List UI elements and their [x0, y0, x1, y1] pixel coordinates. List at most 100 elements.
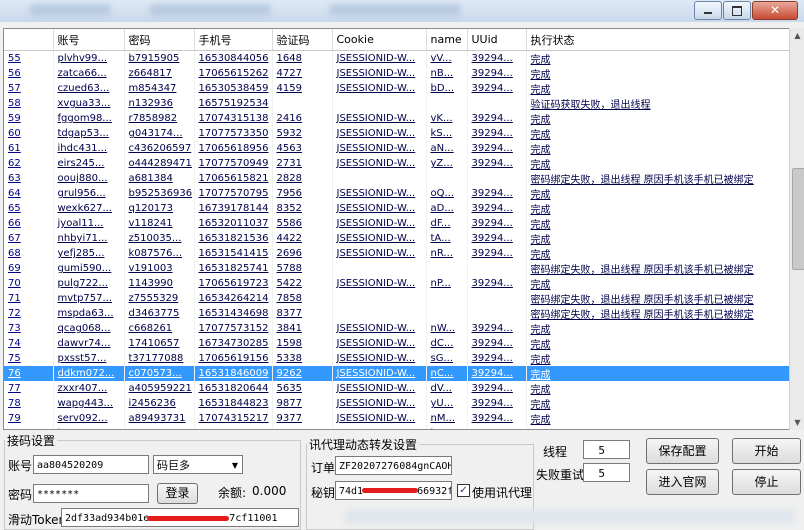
row-number: 69 [4, 261, 54, 276]
title-blur [30, 4, 110, 16]
table-row[interactable]: 68 yefj285... k087576... 16531541415 2696 JSE… [4, 246, 790, 261]
table-cell: 17077573350 [194, 126, 273, 141]
table-row[interactable]: 63 oouj880... a681384 17065615821 2828 密码绑定失败… [4, 171, 790, 186]
table-row[interactable]: 77 zxxr407... a405959221 16531820644 5635 JSE… [4, 381, 790, 396]
table-cell: 1648 [272, 50, 333, 66]
table-row[interactable]: 69 gumi590... v191003 16531825741 5788 密码绑定失败… [4, 261, 790, 276]
table-row[interactable]: 64 grul956... b952536936 17077570795 7956 JSE… [4, 186, 790, 201]
table-cell: 16531825741 [194, 261, 273, 276]
table-cell: 完成 [526, 201, 790, 216]
table-cell: 密码绑定失败，退出线程 原因手机该手机已被绑定 [526, 291, 790, 306]
column-header[interactable]: Cookie [332, 29, 427, 51]
scroll-down-icon[interactable]: ▼ [790, 415, 804, 430]
table-cell: 完成 [526, 321, 790, 336]
table-cell: 16530538459 [194, 81, 273, 96]
order-input[interactable]: ZF20207276084gnCAOH [335, 456, 452, 475]
platform-select[interactable]: 码巨多 ▼ [153, 455, 243, 474]
table-cell: 39294... [467, 351, 527, 366]
account-input[interactable]: aa804520209 [33, 455, 149, 474]
table-cell: 3841 [272, 321, 333, 336]
table-cell: 16531844823 [194, 396, 273, 411]
start-button[interactable]: 开始 [732, 438, 801, 464]
table-cell: c070573... [124, 366, 195, 381]
vertical-scrollbar[interactable]: ▲ ▼ [789, 28, 804, 430]
retry-input[interactable]: 5 [583, 463, 630, 482]
column-header[interactable]: 密码 [124, 29, 195, 51]
table-cell [467, 306, 527, 321]
table-cell: czued63... [53, 81, 125, 96]
table-row[interactable]: 55 plvhv99... b7915905 16530844056 1648 JSESS… [4, 50, 790, 66]
table-row[interactable]: 71 mvtp757... z7555329 16534264214 7858 密码绑定失… [4, 291, 790, 306]
table-cell: nP... [426, 276, 468, 291]
maximize-icon [732, 6, 742, 16]
row-number: 62 [4, 156, 54, 171]
table-cell: eirs245... [53, 156, 125, 171]
row-number: 67 [4, 231, 54, 246]
table-cell: JSESSIONID-W... [332, 156, 427, 171]
table-row[interactable]: 58 xvgua33... n132936 16575192534 验证码获取失败，退出… [4, 96, 790, 111]
table-row[interactable]: 66 jyoal11... v118241 16532011037 5586 JSESSI… [4, 216, 790, 231]
column-header[interactable]: name [426, 29, 468, 51]
title-bar: ✕ [0, 0, 804, 22]
table-row[interactable]: 57 czued63... m854347 16530538459 4159 JSESSI… [4, 81, 790, 96]
table-row[interactable]: 60 tdgap53... g043174... 17077573350 5932 JSE… [4, 126, 790, 141]
table-cell: JSESSIONID-W... [332, 216, 427, 231]
table-row[interactable]: 73 qcag068... c668261 17077573152 3841 JSESSI… [4, 321, 790, 336]
threads-value: 5 [598, 444, 605, 457]
table-cell: 完成 [526, 246, 790, 261]
scroll-thumb[interactable] [792, 168, 804, 270]
table-cell: fggom98... [53, 111, 125, 126]
close-button[interactable]: ✕ [752, 1, 798, 20]
table-cell: 2416 [272, 111, 333, 126]
table-row[interactable]: 70 pulg722... 1143990 17065619723 5422 JSESSI… [4, 276, 790, 291]
results-grid[interactable]: 账号 密码 手机号 验证码 Cookie name UUid 执行状态 55 pl… [3, 28, 791, 430]
table-cell: b7915905 [124, 50, 195, 66]
scroll-up-icon[interactable]: ▲ [790, 28, 804, 43]
table-cell: nM... [426, 411, 468, 426]
table-cell: 39294... [467, 126, 527, 141]
table-row[interactable]: 72 mspda63... d3463775 16531434698 8377 密码绑定失… [4, 306, 790, 321]
table-row[interactable]: 79 serv092... a89493731 17074315217 9377 JSES… [4, 411, 790, 426]
column-header[interactable]: 执行状态 [526, 29, 790, 51]
table-row[interactable]: 59 fggom98... r7858982 17074315138 2416 JSESS… [4, 111, 790, 126]
table-row[interactable]: 62 eirs245... o444289471 17077570949 2731 JSE… [4, 156, 790, 171]
row-number: 56 [4, 66, 54, 81]
table-cell [332, 291, 427, 306]
table-cell: bD... [426, 81, 468, 96]
row-number: 80 [4, 426, 54, 429]
table-row[interactable]: 67 nhbyi71... z510035... 16531821536 4422 JSE… [4, 231, 790, 246]
table-cell: 16734730285 [194, 336, 273, 351]
table-row[interactable]: 78 wapg443... i2456236 16531844823 9877 JSESS… [4, 396, 790, 411]
table-row[interactable]: 76 ddkm072... c070573... 16531846009 9262 JSE… [4, 366, 790, 381]
table-cell: u495753164 [124, 426, 195, 429]
row-number: 75 [4, 351, 54, 366]
table-cell: tA... [426, 231, 468, 246]
column-header[interactable] [4, 29, 54, 51]
threads-input[interactable]: 5 [583, 440, 630, 459]
column-header[interactable]: 验证码 [272, 29, 333, 51]
visit-website-button[interactable]: 进入官网 [646, 469, 719, 495]
minimize-button[interactable] [694, 1, 722, 20]
column-header[interactable]: UUid [467, 29, 527, 51]
column-header[interactable]: 账号 [53, 29, 125, 51]
table-cell: 完成 [526, 396, 790, 411]
table-cell: k087576... [124, 246, 195, 261]
table-row[interactable]: 74 dawvr74... 17410657 16734730285 1598 JSESS… [4, 336, 790, 351]
stop-button[interactable]: 停止 [732, 469, 801, 495]
table-cell: nW... [426, 321, 468, 336]
table-cell: 4159 [272, 81, 333, 96]
column-header[interactable]: 手机号 [194, 29, 273, 51]
table-cell: 9877 [272, 396, 333, 411]
save-config-button[interactable]: 保存配置 [646, 438, 719, 464]
maximize-button[interactable] [723, 1, 751, 20]
table-cell [426, 96, 468, 111]
table-row[interactable]: 75 pxsst57... t37177088 17065619156 5338 JSES… [4, 351, 790, 366]
login-button[interactable]: 登录 [157, 483, 198, 504]
use-proxy-checkbox[interactable]: ✓ [457, 484, 470, 497]
password-input[interactable]: ******* [33, 484, 149, 503]
table-row[interactable]: 61 ihdc431... c436206597 17065618956 4563 JSE… [4, 141, 790, 156]
table-cell: oouj880... [53, 171, 125, 186]
table-row[interactable]: 80ipwg694...u495753164170743151468142JSE… [4, 426, 790, 429]
table-row[interactable]: 56 zatca66... z664817 17065615262 4727 JSESSI… [4, 66, 790, 81]
table-row[interactable]: 65 wexk627... q120173 16739178144 8352 JSESSI… [4, 201, 790, 216]
